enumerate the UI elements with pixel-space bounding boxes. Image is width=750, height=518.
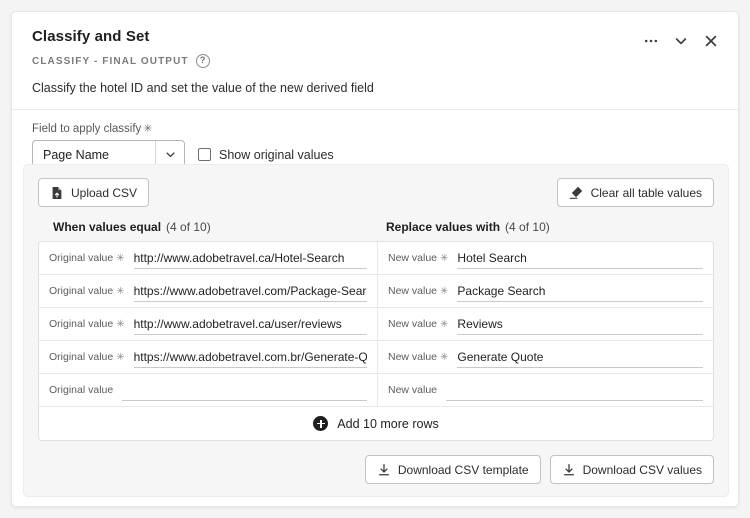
table-row: Original value✳ https://www.adobetravel.… — [39, 341, 713, 374]
required-marker: ✳ — [116, 319, 124, 330]
chevron-down-icon — [673, 33, 689, 49]
required-marker: ✳ — [440, 352, 448, 363]
download-icon — [377, 463, 391, 477]
new-value-label: New value — [388, 351, 437, 363]
original-value-label: Original value — [49, 285, 113, 297]
file-upload-icon — [50, 186, 64, 200]
add-more-rows-label: Add 10 more rows — [337, 417, 438, 431]
original-value-cell: Original value✳ http://www.adobetravel.c… — [39, 308, 378, 340]
new-value-input[interactable]: Package Search — [457, 280, 703, 302]
card-description: Classify the hotel ID and set the value … — [32, 81, 718, 95]
table-row: Original value New value — [39, 374, 713, 407]
when-values-equal-count: (4 of 10) — [166, 220, 211, 234]
close-button[interactable] — [698, 28, 724, 54]
help-circle-icon[interactable]: ? — [196, 54, 210, 68]
page-title: Classify and Set — [32, 28, 718, 45]
required-marker: ✳ — [143, 123, 152, 135]
original-value-label: Original value — [49, 318, 113, 330]
add-more-rows-button[interactable]: Add 10 more rows — [39, 407, 713, 440]
table-row: Original value✳ https://www.adobetravel.… — [39, 275, 713, 308]
original-value-input[interactable]: https://www.adobetravel.com/Package-Sear… — [134, 280, 367, 302]
more-options-icon — [643, 33, 659, 49]
original-value-cell: Original value✳ https://www.adobetravel.… — [39, 341, 378, 373]
upload-csv-button[interactable]: Upload CSV — [38, 178, 149, 207]
required-marker: ✳ — [440, 286, 448, 297]
collapse-button[interactable] — [668, 28, 694, 54]
table-column-headers: When values equal (4 of 10) Replace value… — [24, 207, 728, 241]
new-value-cell: New value — [378, 374, 713, 406]
clear-all-table-values-label: Clear all table values — [591, 186, 702, 200]
new-value-input[interactable]: Reviews — [457, 313, 703, 335]
required-marker: ✳ — [116, 352, 124, 363]
classification-table-panel: Upload CSV Clear all table values When v… — [23, 164, 729, 497]
new-value-cell: New value✳ Package Search — [378, 275, 713, 307]
original-value-label: Original value — [49, 252, 113, 264]
field-label-text: Field to apply classify — [32, 123, 141, 135]
download-icon — [562, 463, 576, 477]
new-value-label: New value — [388, 252, 437, 264]
card-subtitle: CLASSIFY - FINAL OUTPUT — [32, 56, 189, 67]
header-actions — [638, 28, 724, 54]
replace-values-with-count: (4 of 10) — [505, 220, 550, 234]
required-marker: ✳ — [440, 319, 448, 330]
table-row: Original value✳ http://www.adobetravel.c… — [39, 308, 713, 341]
plus-circle-icon — [313, 416, 328, 431]
when-values-equal-header: When values equal (4 of 10) — [38, 220, 377, 234]
upload-csv-label: Upload CSV — [71, 186, 137, 200]
panel-footer: Download CSV template Download CSV value… — [24, 441, 728, 484]
original-value-input[interactable]: https://www.adobetravel.com.br/Generate-… — [134, 346, 367, 368]
new-value-label: New value — [388, 318, 437, 330]
download-csv-values-label: Download CSV values — [583, 463, 702, 477]
checkbox-box — [198, 148, 211, 161]
download-csv-values-button[interactable]: Download CSV values — [550, 455, 714, 484]
new-value-label: New value — [388, 384, 437, 396]
show-original-values-label: Show original values — [219, 148, 334, 162]
new-value-cell: New value✳ Hotel Search — [378, 242, 713, 274]
when-values-equal-label: When values equal — [53, 220, 161, 234]
required-marker: ✳ — [116, 253, 124, 264]
required-marker: ✳ — [116, 286, 124, 297]
new-value-label: New value — [388, 285, 437, 297]
original-value-input[interactable]: http://www.adobetravel.ca/user/reviews — [134, 313, 367, 335]
classification-table: Original value✳ http://www.adobetravel.c… — [38, 241, 714, 441]
panel-toolbar: Upload CSV Clear all table values — [24, 165, 728, 207]
original-value-cell: Original value — [39, 374, 378, 406]
replace-values-with-label: Replace values with — [386, 220, 500, 234]
download-csv-template-label: Download CSV template — [398, 463, 529, 477]
replace-values-with-header: Replace values with (4 of 10) — [377, 220, 550, 234]
original-value-input[interactable] — [122, 379, 367, 401]
subtitle-row: CLASSIFY - FINAL OUTPUT ? — [32, 54, 718, 68]
field-to-apply-classify-label: Field to apply classify✳ — [32, 122, 718, 135]
more-options-button[interactable] — [638, 28, 664, 54]
original-value-label: Original value — [49, 384, 113, 396]
new-value-input[interactable]: Hotel Search — [457, 247, 703, 269]
new-value-cell: New value✳ Generate Quote — [378, 341, 713, 373]
table-row: Original value✳ http://www.adobetravel.c… — [39, 242, 713, 275]
required-marker: ✳ — [440, 253, 448, 264]
classify-and-set-card: Classify and Set CLASSIFY - FINAL OUTPUT… — [11, 11, 739, 507]
original-value-input[interactable]: http://www.adobetravel.ca/Hotel-Search — [134, 247, 367, 269]
new-value-cell: New value✳ Reviews — [378, 308, 713, 340]
show-original-values-checkbox[interactable]: Show original values — [198, 148, 334, 162]
download-csv-template-button[interactable]: Download CSV template — [365, 455, 541, 484]
original-value-cell: Original value✳ https://www.adobetravel.… — [39, 275, 378, 307]
original-value-label: Original value — [49, 351, 113, 363]
card-header: Classify and Set CLASSIFY - FINAL OUTPUT… — [12, 12, 738, 110]
eraser-icon — [569, 185, 584, 200]
clear-all-table-values-button[interactable]: Clear all table values — [557, 178, 714, 207]
new-value-input[interactable]: Generate Quote — [457, 346, 703, 368]
close-icon — [703, 33, 719, 49]
new-value-input[interactable] — [446, 379, 703, 401]
original-value-cell: Original value✳ http://www.adobetravel.c… — [39, 242, 378, 274]
